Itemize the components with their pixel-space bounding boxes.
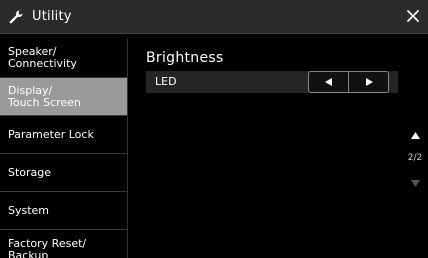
sidebar-item-label: Display/ Touch Screen [8,83,81,109]
sidebar-item-speaker-connectivity[interactable]: Speaker/ Connectivity [0,38,127,78]
close-button[interactable] [402,5,424,27]
sidebar-divider [127,38,128,258]
sidebar-item-display-touch-screen[interactable]: Display/ Touch Screen [0,78,127,116]
right-triangle-icon [365,78,373,86]
down-triangle-icon [410,180,420,187]
page-down-button[interactable] [410,172,420,191]
main-content: Brightness [146,50,224,66]
sidebar-item-system[interactable]: System [0,192,127,230]
sidebar-item-factory-reset-backup[interactable]: Factory Reset/ Backup [0,230,127,258]
close-icon [407,10,419,22]
up-triangle-icon [410,132,420,139]
decrement-button[interactable] [309,72,348,92]
sidebar-item-parameter-lock[interactable]: Parameter Lock [0,116,127,154]
sidebar-item-label: Speaker/ Connectivity [8,44,77,70]
sidebar-item-storage[interactable]: Storage [0,154,127,192]
increment-button[interactable] [348,72,388,92]
page-navigator: 2/2 [402,124,428,187]
sidebar: Speaker/ Connectivity Display/ Touch Scr… [0,38,127,258]
left-triangle-icon [324,78,332,86]
wrench-icon [8,9,24,25]
page-indicator: 2/2 [407,153,423,163]
sidebar-item-label: Factory Reset/ Backup [8,237,87,258]
param-label: LED [155,75,177,88]
title-bar: Utility [0,0,428,34]
sidebar-item-label: Parameter Lock [8,127,94,141]
page-up-button[interactable] [410,124,420,143]
sidebar-item-label: Storage [8,165,52,179]
sidebar-item-label: System [8,203,50,217]
value-stepper [308,71,389,93]
section-title: Brightness [146,50,224,66]
window-title: Utility [32,9,72,24]
